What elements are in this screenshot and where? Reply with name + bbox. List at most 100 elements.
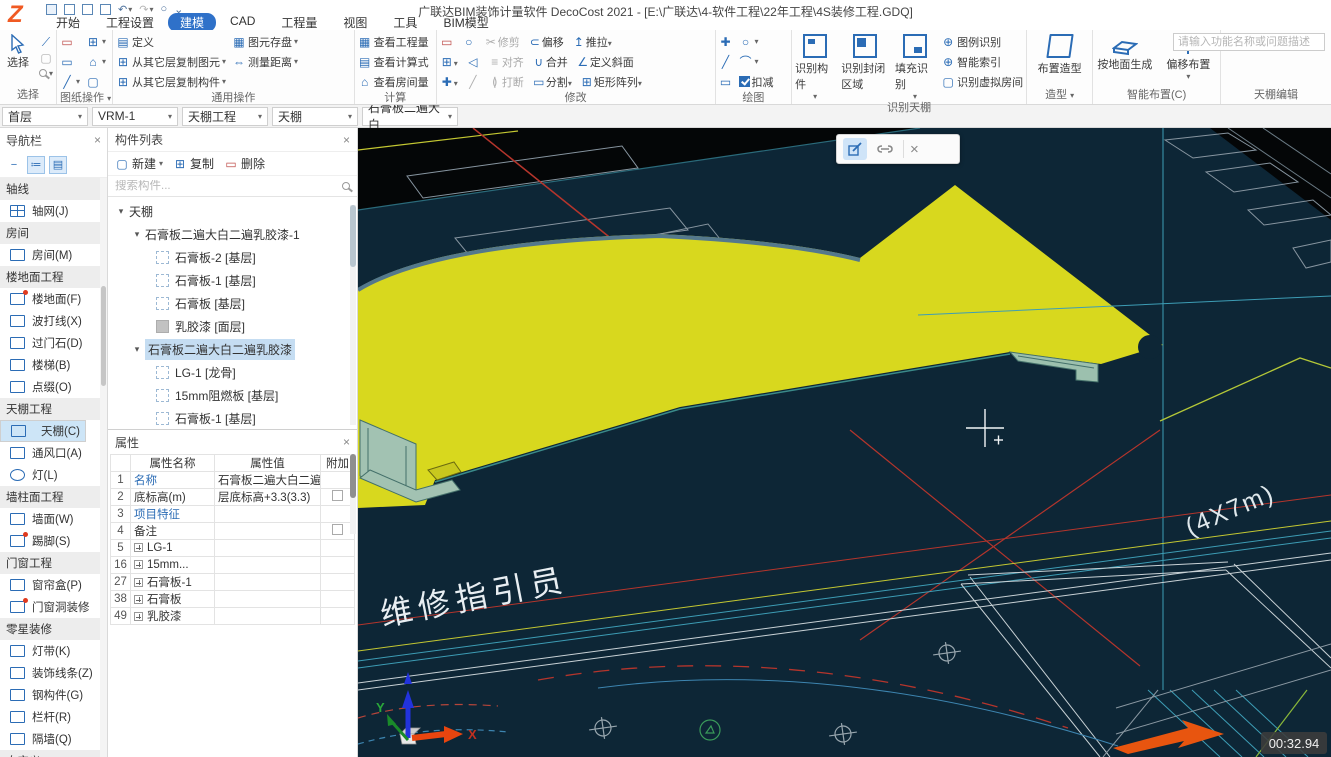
viewport-3d[interactable]: 维修指引员 (4X7m) Y X xyxy=(358,128,1331,757)
delete-component-button[interactable]: ▭删除 xyxy=(224,155,265,172)
annotate-link-button[interactable] xyxy=(873,138,897,160)
properties-scrollbar[interactable] xyxy=(350,454,356,534)
tree-scrollbar[interactable] xyxy=(350,205,356,425)
prop-row-gypsum1[interactable]: 27 石膏板-1 xyxy=(111,574,355,591)
nav-item-trim-line[interactable]: 装饰线条(Z) xyxy=(0,662,107,684)
pick-icon[interactable]: ⟋ xyxy=(39,35,53,50)
break-button[interactable]: ≬打断 xyxy=(488,74,524,90)
category-select[interactable]: 天棚工程▾ xyxy=(182,107,268,126)
copy-elements-from-layer-button[interactable]: ⊞从其它层复制图元▾ xyxy=(116,52,226,71)
define-slope-button[interactable]: ∠定义斜面 xyxy=(576,54,634,70)
offset-button[interactable]: ⊂偏移 xyxy=(528,34,564,50)
expand-icon[interactable] xyxy=(134,560,143,569)
prop-row-gypsum[interactable]: 38 石膏板 xyxy=(111,591,355,608)
smart-index-button[interactable]: ⊕智能索引 xyxy=(941,52,1023,71)
function-search-input[interactable] xyxy=(1173,33,1325,51)
draw-line-button[interactable]: ╱ xyxy=(719,52,733,71)
split-button[interactable]: ▭分割▾ xyxy=(532,74,572,90)
paste-icon[interactable]: ▢ xyxy=(39,51,53,65)
nav-item-steel[interactable]: 钢构件(G) xyxy=(0,684,107,706)
nav-close-icon[interactable]: × xyxy=(94,133,101,147)
tree-leaf[interactable]: 石膏板 [基层] xyxy=(108,292,357,315)
generate-by-floor-button[interactable]: 按地面生成 xyxy=(1096,32,1154,88)
measure-distance-button[interactable]: ⇔测量距离▾ xyxy=(232,52,298,71)
nav-item-curtain-box[interactable]: 窗帘盒(P) xyxy=(0,574,107,596)
nav-item-border-line[interactable]: 波打线(X) xyxy=(0,310,107,332)
prop-row-elevation[interactable]: 2 底标高(m) 层底标高+3.3(3.3) xyxy=(111,489,355,506)
tree-leaf[interactable]: 乳胶漆 [面层] xyxy=(108,315,357,338)
page-tool-button[interactable]: ▢ xyxy=(86,72,106,91)
expand-icon[interactable] xyxy=(134,595,143,604)
expand-icon[interactable] xyxy=(134,612,143,621)
push-pull-button[interactable]: ↥推拉▾ xyxy=(572,34,612,50)
extend-button[interactable]: ╱ xyxy=(466,75,480,89)
draw-rect-button[interactable]: ▭ xyxy=(719,72,733,91)
component-search[interactable] xyxy=(108,176,357,197)
deduct-checkbox[interactable]: 扣减 xyxy=(739,72,774,91)
line-tool-button[interactable]: ╱▾ xyxy=(60,72,80,91)
save-element-button[interactable]: ▦图元存盘▾ xyxy=(232,32,298,51)
attach-checkbox[interactable] xyxy=(332,524,343,535)
nav-item-skirting[interactable]: 踢脚(S) xyxy=(0,530,107,552)
expand-icon[interactable] xyxy=(134,543,143,552)
view-room-quantity-button[interactable]: ⌂查看房间量 xyxy=(358,72,429,91)
nav-scrollbar[interactable] xyxy=(100,178,107,757)
fill-recognize-button[interactable]: 填充识别▾ xyxy=(895,32,935,101)
view-formula-button[interactable]: ▤查看计算式 xyxy=(358,52,429,71)
prop-row-remark[interactable]: 4 备注 xyxy=(111,523,355,540)
nav-item-vent[interactable]: 通风口(A) xyxy=(0,442,107,464)
prop-row-name[interactable]: 1 名称 石膏板二遍大白二遍... xyxy=(111,472,355,489)
delete-drawing-button[interactable]: ▭ xyxy=(60,32,80,51)
rect-array-button[interactable]: ⊞矩形阵列▾ xyxy=(580,74,642,90)
nav-item-threshold-stone[interactable]: 过门石(D) xyxy=(0,332,107,354)
nav-item-partition[interactable]: 隔墙(Q) xyxy=(0,728,107,750)
move-button[interactable]: ✚▾ xyxy=(440,75,458,89)
image-tool-button[interactable]: ⌂▾ xyxy=(86,52,106,71)
nav-item-room[interactable]: 房间(M) xyxy=(0,244,107,266)
align-button[interactable]: ≡对齐 xyxy=(488,54,524,70)
recognize-closed-region-button[interactable]: 识别封闭区域 xyxy=(841,32,889,101)
prop-row-15mm[interactable]: 16 15mm... xyxy=(111,557,355,574)
prop-row-latex[interactable]: 49 乳胶漆 xyxy=(111,608,355,625)
rotate-button[interactable]: ○ xyxy=(462,35,476,49)
grid-tool-button[interactable]: ⊞▾ xyxy=(86,32,106,51)
virtual-room-button[interactable]: ▢识别虚拟房间 xyxy=(941,72,1023,91)
annotate-edit-button[interactable] xyxy=(843,138,867,160)
nav-collapse-icon[interactable]: − xyxy=(5,156,23,174)
mirror-button[interactable]: ◁ xyxy=(466,55,480,69)
prop-row-features[interactable]: 3 项目特征 xyxy=(111,506,355,523)
nav-item-opening-decor[interactable]: 门窗洞装修 xyxy=(0,596,107,618)
nav-item-axis-grid[interactable]: 轴网(J) xyxy=(0,200,107,222)
component-search-input[interactable] xyxy=(115,180,315,192)
define-button[interactable]: ▤定义 xyxy=(116,32,226,51)
tree-leaf[interactable]: 石膏板-1 [基层] xyxy=(108,407,357,429)
nav-item-light[interactable]: 灯(L) xyxy=(0,464,107,486)
tree-leaf[interactable]: LG-1 [龙骨] xyxy=(108,361,357,384)
draw-arc-button[interactable]: ⌒▾ xyxy=(739,52,774,71)
tree-leaf[interactable]: 石膏板-2 [基层] xyxy=(108,246,357,269)
nav-item-floor[interactable]: 楼地面(F) xyxy=(0,288,107,310)
component-select[interactable]: 石膏板二遍大白▾ xyxy=(362,107,458,126)
floor-select[interactable]: 首层▾ xyxy=(2,107,88,126)
nav-item-railing[interactable]: 栏杆(R) xyxy=(0,706,107,728)
draw-point-button[interactable]: ✚ xyxy=(719,32,733,51)
tree-node-ceiling[interactable]: ▾天棚 xyxy=(108,200,357,223)
type-select[interactable]: 天棚▾ xyxy=(272,107,358,126)
expand-icon[interactable] xyxy=(134,578,143,587)
recognize-component-button[interactable]: 识别构件▾ xyxy=(795,32,835,101)
prop-row-lg1[interactable]: 5 LG-1 xyxy=(111,540,355,557)
draw-circle-button[interactable]: ○▾ xyxy=(739,32,774,51)
attach-checkbox[interactable] xyxy=(332,490,343,501)
tree-node-group1[interactable]: ▾石膏板二遍大白二遍乳胶漆-1 xyxy=(108,223,357,246)
batch-select-icon[interactable]: ▾ xyxy=(39,66,53,80)
nav-item-light-strip[interactable]: 灯带(K) xyxy=(0,640,107,662)
nav-item-accent[interactable]: 点缀(O) xyxy=(0,376,107,398)
component-list-close-icon[interactable]: × xyxy=(343,133,350,147)
properties-close-icon[interactable]: × xyxy=(343,435,350,449)
trim-button[interactable]: ✂修剪 xyxy=(484,34,520,50)
nav-item-wall[interactable]: 墙面(W) xyxy=(0,508,107,530)
nav-item-stairs[interactable]: 楼梯(B) xyxy=(0,354,107,376)
annotation-close-icon[interactable]: × xyxy=(910,141,919,158)
nav-card-view-icon[interactable]: ▤ xyxy=(49,156,67,174)
view-quantity-button[interactable]: ▦查看工程量 xyxy=(358,32,429,51)
